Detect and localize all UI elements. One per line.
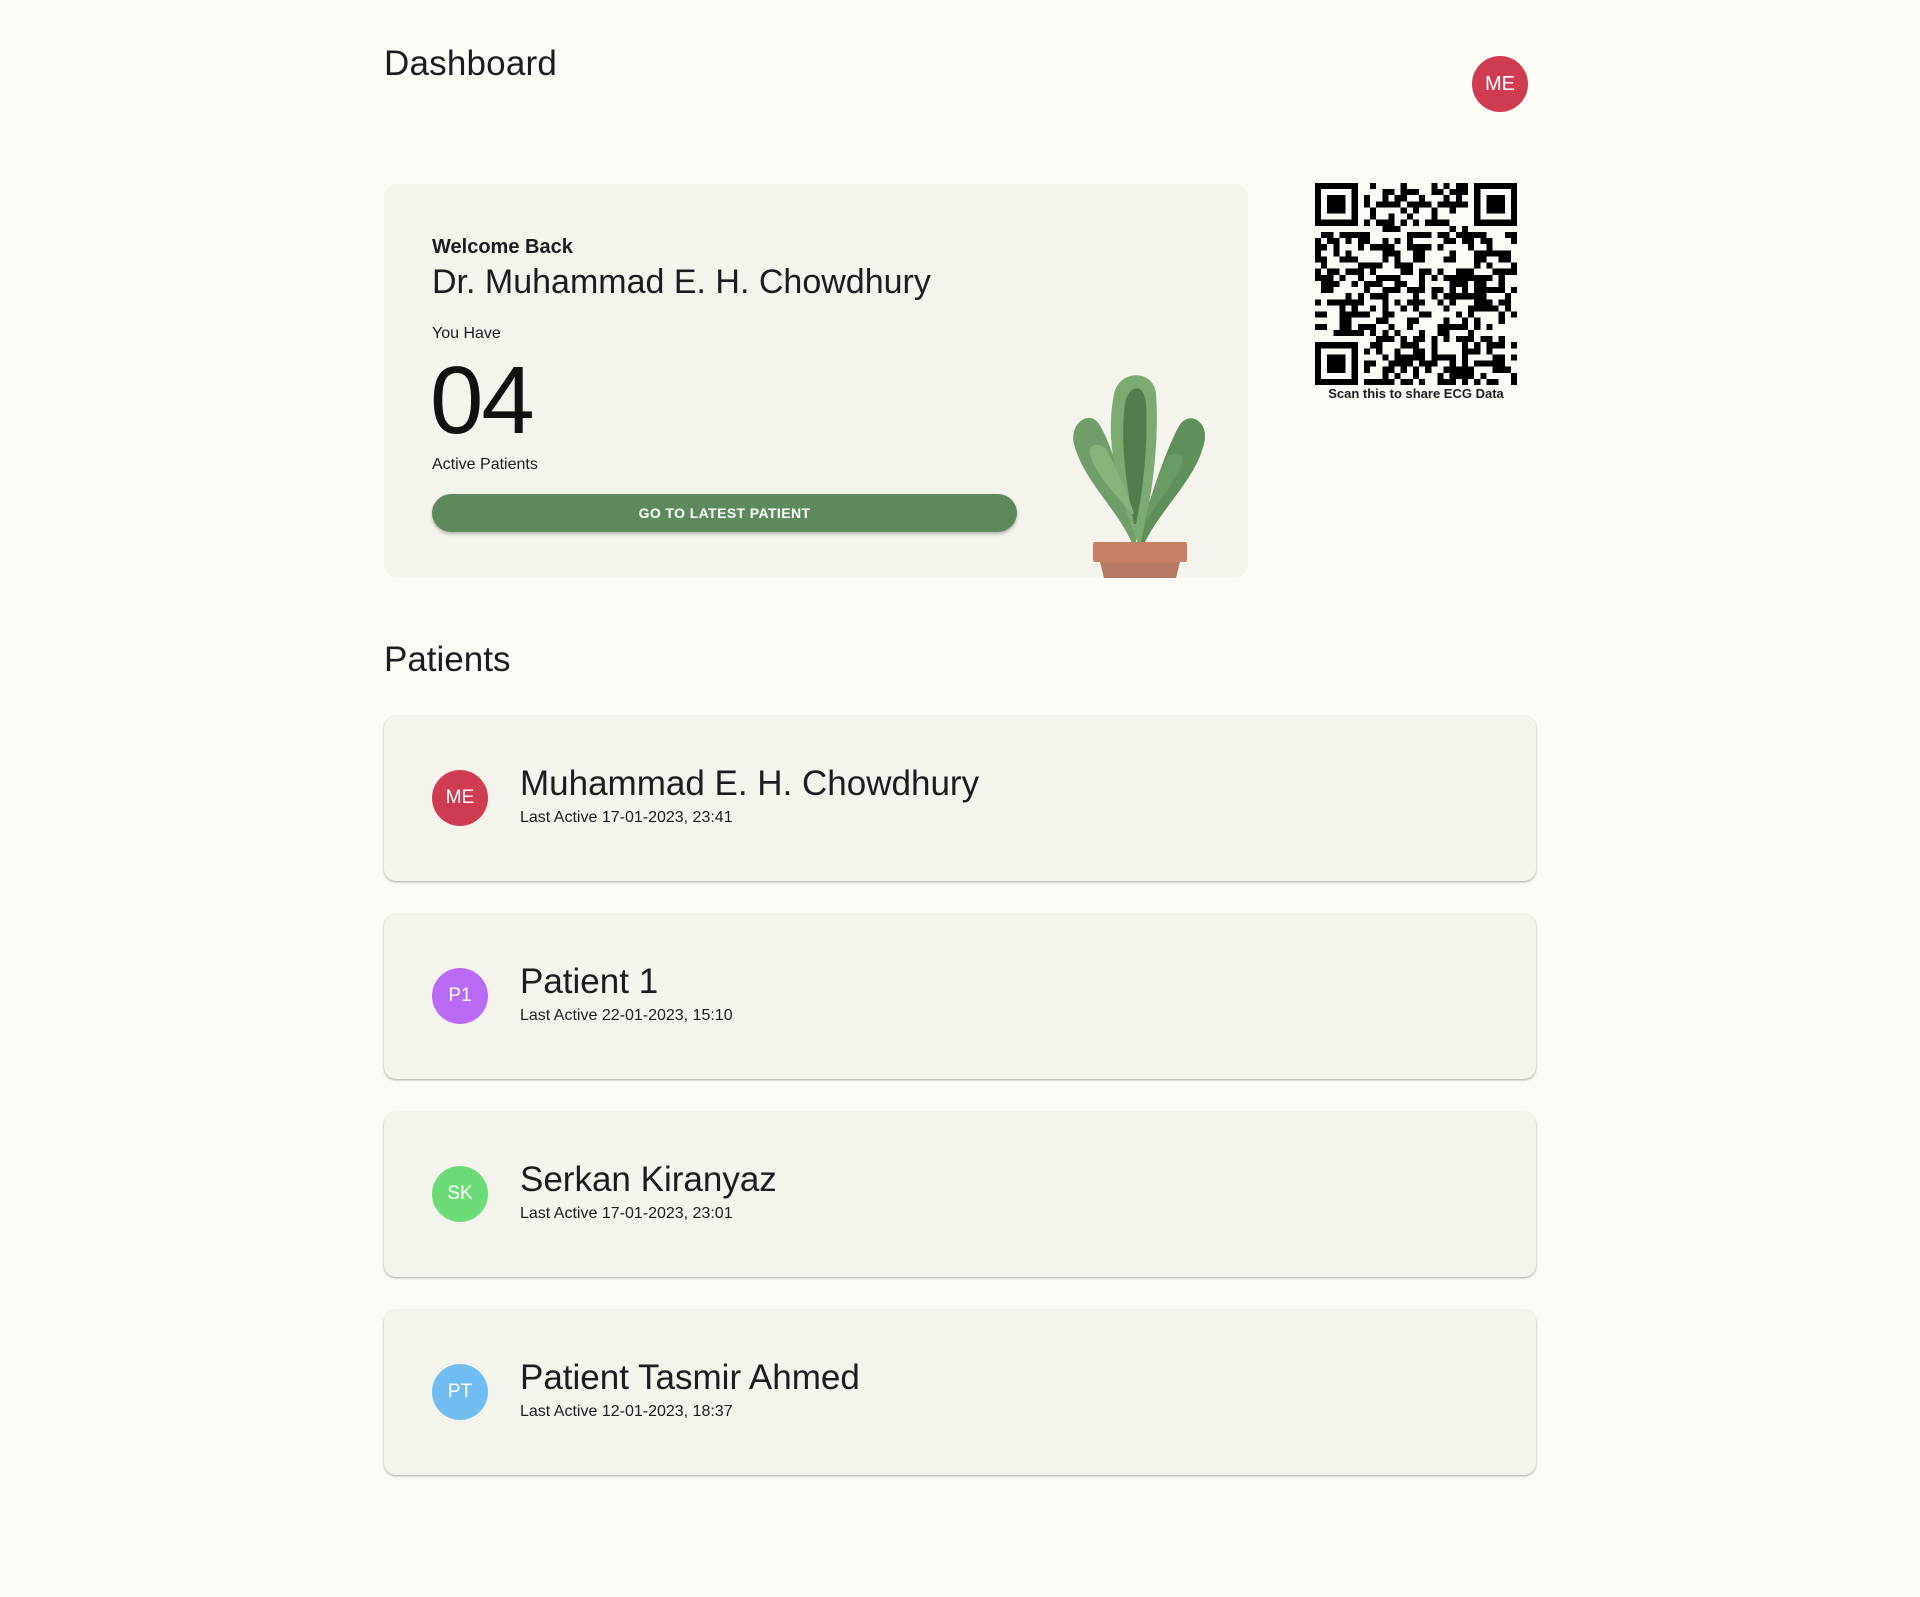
user-avatar[interactable]: ME	[1472, 56, 1528, 112]
patient-name: Patient Tasmir Ahmed	[520, 1358, 860, 1397]
qr-code[interactable]	[1315, 183, 1517, 385]
patient-card[interactable]: SK Serkan Kiranyaz Last Active 17-01-202…	[384, 1112, 1536, 1277]
patient-avatar: ME	[432, 770, 488, 826]
patient-list: ME Muhammad E. H. Chowdhury Last Active …	[384, 716, 1536, 1508]
patient-name: Serkan Kiranyaz	[520, 1160, 777, 1199]
patient-last-active: Last Active 22-01-2023, 15:10	[520, 1007, 733, 1024]
you-have-label: You Have	[432, 325, 501, 342]
active-patient-count: 04	[430, 347, 535, 454]
patient-last-active: Last Active 17-01-2023, 23:41	[520, 809, 733, 826]
qr-share: Scan this to share ECG Data	[1314, 183, 1518, 401]
welcome-greeting: Welcome Back	[432, 236, 573, 258]
welcome-card: Welcome Back Dr. Muhammad E. H. Chowdhur…	[384, 184, 1248, 578]
patient-avatar: PT	[432, 1364, 488, 1420]
patient-card[interactable]: P1 Patient 1 Last Active 22-01-2023, 15:…	[384, 914, 1536, 1079]
patient-last-active: Last Active 17-01-2023, 23:01	[520, 1205, 733, 1222]
qr-caption: Scan this to share ECG Data	[1328, 386, 1504, 401]
go-to-latest-patient-button[interactable]: GO TO LATEST PATIENT	[432, 494, 1017, 532]
patient-card[interactable]: PT Patient Tasmir Ahmed Last Active 12-0…	[384, 1310, 1536, 1475]
patient-avatar: SK	[432, 1166, 488, 1222]
patient-name: Patient 1	[520, 962, 659, 1001]
patient-name: Muhammad E. H. Chowdhury	[520, 764, 980, 803]
plant-illustration	[1073, 375, 1206, 578]
active-patients-label: Active Patients	[432, 456, 538, 473]
patient-last-active: Last Active 12-01-2023, 18:37	[520, 1403, 733, 1420]
page-title: Dashboard	[384, 44, 558, 83]
patient-avatar: P1	[432, 968, 488, 1024]
doctor-name: Dr. Muhammad E. H. Chowdhury	[432, 263, 931, 301]
patients-section-title: Patients	[384, 640, 511, 679]
patient-card[interactable]: ME Muhammad E. H. Chowdhury Last Active …	[384, 716, 1536, 881]
